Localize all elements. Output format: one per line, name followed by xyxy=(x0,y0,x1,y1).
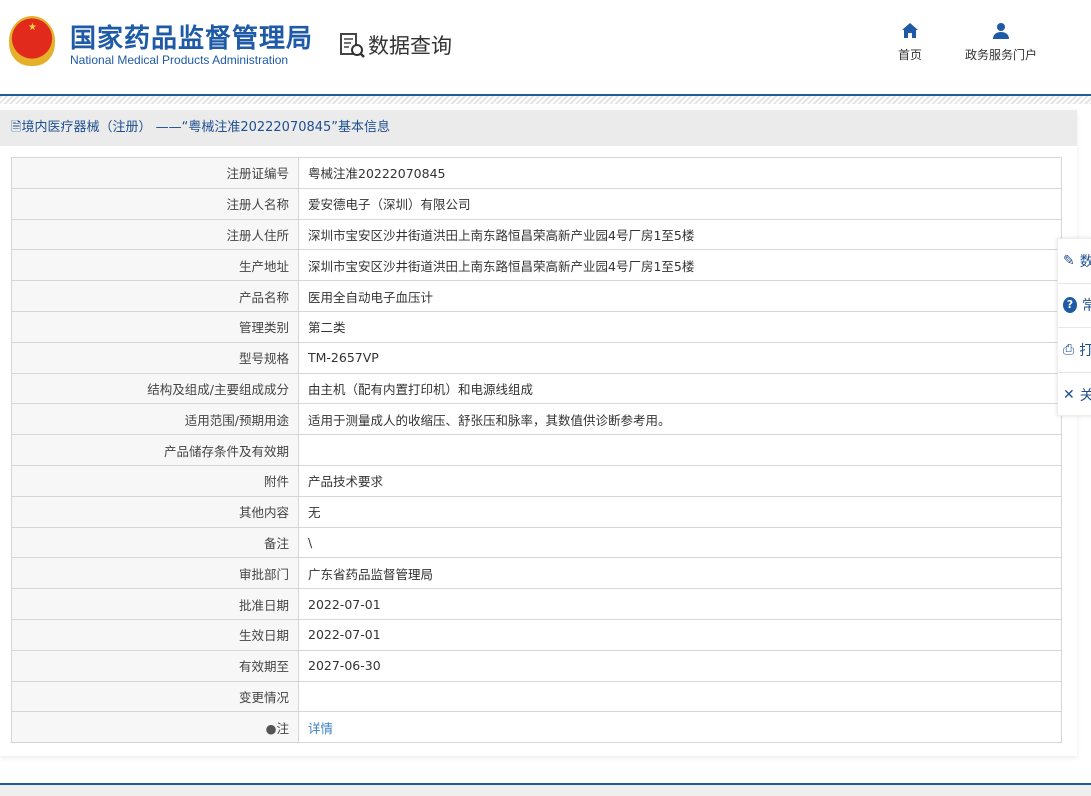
brand-subtitle: National Medical Products Administration xyxy=(70,53,289,67)
field-label: 生效日期 xyxy=(11,618,299,651)
side-faq-button[interactable]: ? 常 xyxy=(1058,284,1091,328)
print-icon: ⎙ xyxy=(1063,341,1075,358)
table-row: 型号规格 TM-2657VP xyxy=(11,341,1062,374)
table-row: 附件 产品技术要求 xyxy=(11,464,1062,497)
side-label: 数 xyxy=(1079,253,1091,270)
brand-title: 国家药品监督管理局 xyxy=(70,24,314,54)
panel-title: 🗎境内医疗器械（注册） ——“粤械注准20222070845”基本信息 xyxy=(0,110,1077,146)
detail-table: 注册证编号 粤械注准20222070845 注册人名称 爱安德电子（深圳）有限公司 注册… xyxy=(11,157,1062,744)
side-label: 打 xyxy=(1079,342,1091,359)
home-icon xyxy=(902,23,918,38)
field-label: 适用范围/预期用途 xyxy=(11,403,299,436)
help-icon: ? xyxy=(1063,297,1077,314)
field-value: 2027-06-30 xyxy=(298,649,1062,682)
national-emblem-logo: ★ xyxy=(9,16,55,66)
table-row: 注册人名称 爱安德电子（深圳）有限公司 xyxy=(11,187,1062,220)
field-value xyxy=(298,434,1062,466)
details-link[interactable]: 详情 xyxy=(308,721,333,736)
field-value: 2022-07-01 xyxy=(298,618,1062,651)
table-row: 审批部门 广东省药品监督管理局 xyxy=(11,557,1062,590)
document-search-icon xyxy=(340,33,365,58)
floating-toolbar: ✎ 数 ? 常 ⎙ 打 ✕ 关 xyxy=(1057,238,1091,416)
field-label: 注册人住所 xyxy=(11,218,299,251)
field-value: 深圳市宝安区沙井街道洪田上南东路恒昌荣高新产业园4号厂房1至5楼 xyxy=(298,218,1062,251)
panel-title-text: 境内医疗器械（注册） ——“粤械注准20222070845”基本信息 xyxy=(21,120,391,135)
field-label: 附件 xyxy=(11,464,299,497)
field-label: 结构及组成/主要组成成分 xyxy=(11,372,299,405)
nav-gov-portal-label: 政务服务门户 xyxy=(965,48,1038,62)
side-label: 常 xyxy=(1082,298,1091,315)
field-label: ●注 xyxy=(11,711,299,744)
bulb-icon: ● xyxy=(265,720,277,736)
field-value: 由主机（配有内置打印机）和电源线组成 xyxy=(298,372,1062,405)
field-label: 其他内容 xyxy=(11,495,299,528)
field-label: 有效期至 xyxy=(11,649,299,682)
edit-icon: ✎ xyxy=(1063,252,1075,269)
table-row: 批准日期 2022-07-01 xyxy=(11,588,1062,620)
divider-stripe xyxy=(0,96,1091,104)
data-query-label: 数据查询 xyxy=(368,34,452,58)
table-row: 生效日期 2022-07-01 xyxy=(11,618,1062,651)
table-row: 产品名称 医用全自动电子血压计 xyxy=(11,280,1062,312)
header: ★ 国家药品监督管理局 National Medical Products Ad… xyxy=(0,0,1091,96)
nav-home-label: 首页 xyxy=(898,48,923,62)
side-print-button[interactable]: ⎙ 打 xyxy=(1058,328,1091,373)
field-label: 变更情况 xyxy=(11,680,299,713)
field-label: 注册证编号 xyxy=(11,157,299,189)
field-value: \ xyxy=(298,526,1062,559)
footer xyxy=(0,783,1091,796)
field-label: 产品名称 xyxy=(11,280,299,312)
field-label: 备注 xyxy=(11,526,299,559)
side-label: 关 xyxy=(1079,387,1091,404)
table-row: 注册证编号 粤械注准20222070845 xyxy=(11,157,1062,189)
field-label: 管理类别 xyxy=(11,310,299,343)
table-row: 管理类别 第二类 xyxy=(11,310,1062,343)
table-row: 产品储存条件及有效期 xyxy=(11,434,1062,466)
field-value: 无 xyxy=(298,495,1062,528)
field-value: 2022-07-01 xyxy=(298,588,1062,620)
table-row: 其他内容无 xyxy=(11,495,1062,528)
field-value: 深圳市宝安区沙井街道洪田上南东路恒昌荣高新产业园4号厂房1至5楼 xyxy=(298,249,1062,282)
field-value: 产品技术要求 xyxy=(298,464,1062,497)
field-label: 注册人名称 xyxy=(11,187,299,220)
detail-panel: 🗎境内医疗器械（注册） ——“粤械注准20222070845”基本信息 注册证编… xyxy=(0,110,1077,756)
table-row: 生产地址 深圳市宝安区沙井街道洪田上南东路恒昌荣高新产业园4号厂房1至5楼 xyxy=(11,249,1062,282)
field-label: 批准日期 xyxy=(11,588,299,620)
side-feedback-button[interactable]: ✎ 数 xyxy=(1058,239,1091,284)
field-label: 产品储存条件及有效期 xyxy=(11,434,299,466)
table-row: 注册人住所 深圳市宝安区沙井街道洪田上南东路恒昌荣高新产业园4号厂房1至5楼 xyxy=(11,218,1062,251)
field-value xyxy=(298,680,1062,713)
side-close-button[interactable]: ✕ 关 xyxy=(1058,373,1091,418)
field-value: 广东省药品监督管理局 xyxy=(298,557,1062,590)
field-value: 适用于测量成人的收缩压、舒张压和脉率，其数值供诊断参考用。 xyxy=(298,403,1062,436)
field-value: 详情 xyxy=(298,711,1062,744)
field-value: TM-2657VP xyxy=(298,341,1062,374)
field-value: 爱安德电子（深圳）有限公司 xyxy=(298,187,1062,220)
table-row-note: ●注 详情 xyxy=(11,711,1062,744)
table-row: 有效期至 2027-06-30 xyxy=(11,649,1062,682)
field-value: 医用全自动电子血压计 xyxy=(298,280,1062,312)
note-label: 注 xyxy=(276,720,289,736)
table-row: 结构及组成/主要组成成分 由主机（配有内置打印机）和电源线组成 xyxy=(11,372,1062,405)
close-icon: ✕ xyxy=(1063,386,1075,403)
field-label: 型号规格 xyxy=(11,341,299,374)
document-icon: 🗎 xyxy=(11,120,22,135)
data-query-title: 数据查询 xyxy=(338,30,452,60)
field-value: 粤械注准20222070845 xyxy=(298,157,1062,189)
table-row: 变更情况 xyxy=(11,680,1062,713)
field-label: 审批部门 xyxy=(11,557,299,590)
table-row: 备注 \ xyxy=(11,526,1062,559)
field-value: 第二类 xyxy=(298,310,1062,343)
nav-gov-portal[interactable]: 政务服务门户 xyxy=(965,22,1037,63)
field-label: 生产地址 xyxy=(11,249,299,282)
table-row: 适用范围/预期用途 适用于测量成人的收缩压、舒张压和脉率，其数值供诊断参考用。 xyxy=(11,403,1062,436)
nav-home[interactable]: 首页 xyxy=(898,22,922,63)
user-icon xyxy=(993,23,1009,39)
